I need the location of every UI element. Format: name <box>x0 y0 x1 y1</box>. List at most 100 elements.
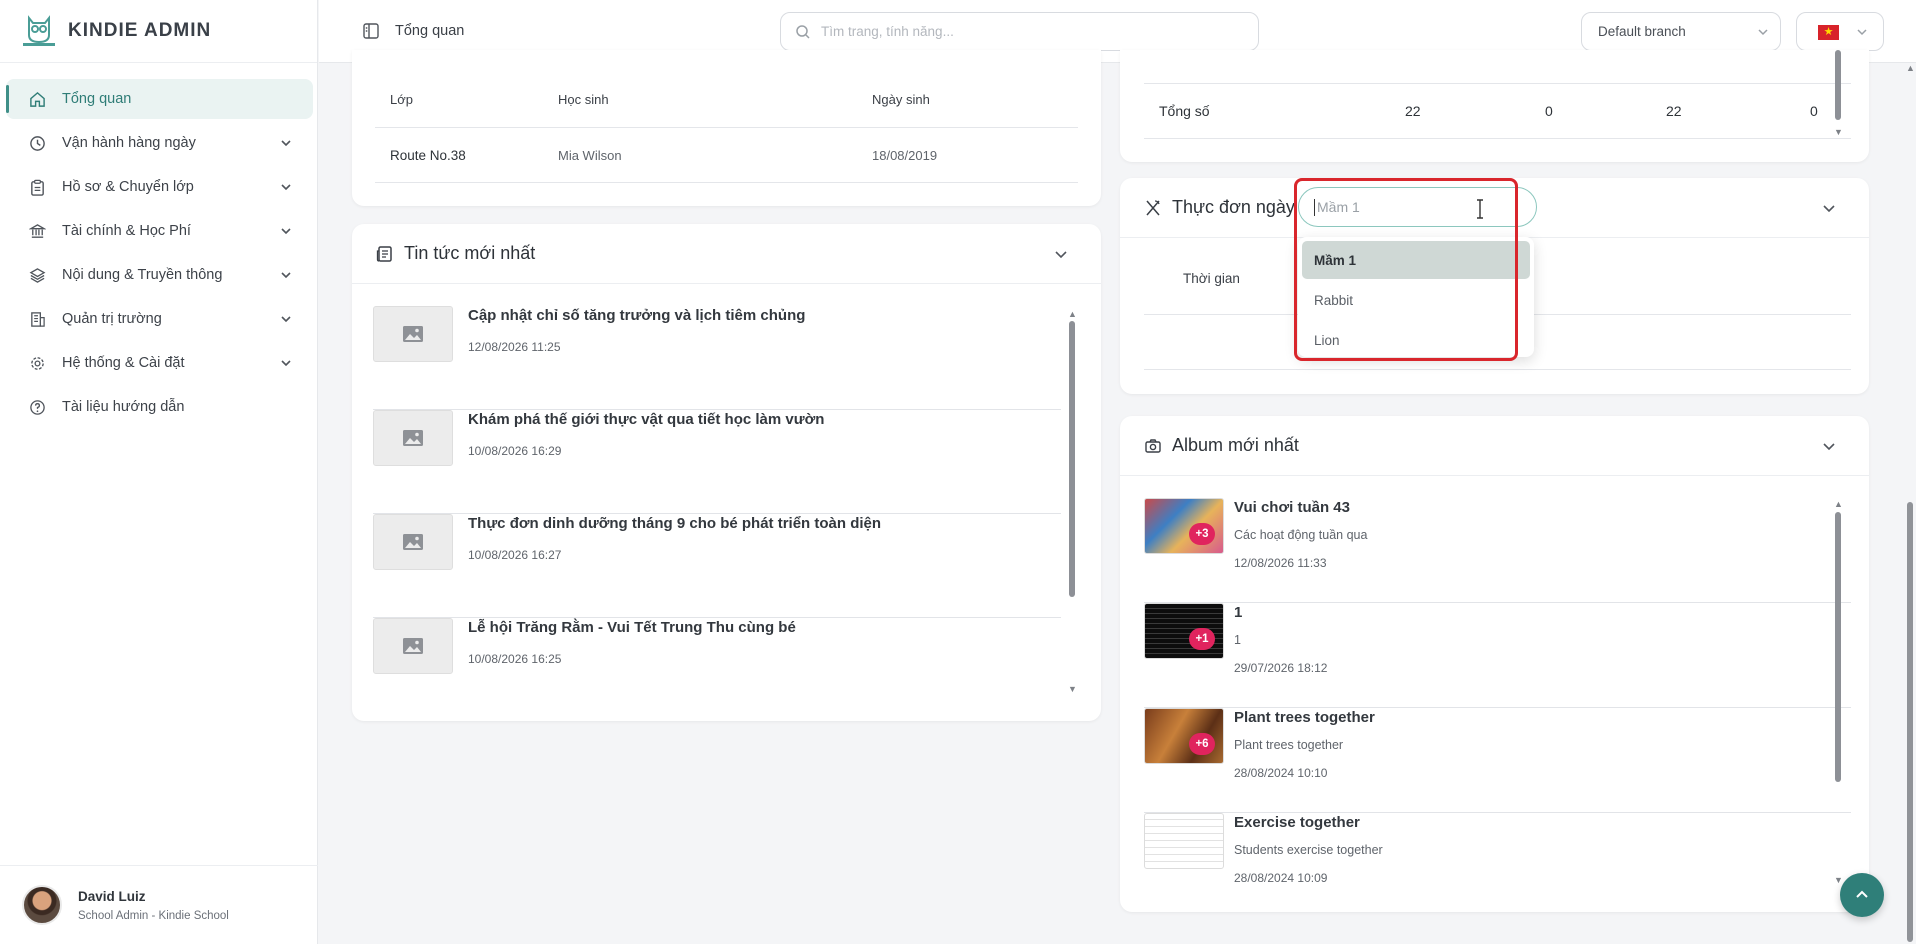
album-item[interactable]: +3 Vui chơi tuần 43 Các hoạt động tuần q… <box>1144 498 1851 603</box>
sidebar-item-label: Quản trị trường <box>62 311 162 327</box>
sidebar-item-he-thong[interactable]: Hệ thống & Cài đặt <box>6 343 313 383</box>
album-item[interactable]: +6 Plant trees together Plant trees toge… <box>1144 708 1851 813</box>
totals-scrollbar[interactable]: ▼ <box>1834 50 1843 137</box>
photo-count-badge: +3 <box>1189 523 1215 545</box>
chevron-down-icon[interactable] <box>1821 438 1837 454</box>
sidebar-item-van-hanh[interactable]: Vận hành hàng ngày <box>6 123 313 163</box>
page-title: Tổng quan <box>395 23 465 39</box>
class-cell: Route No.38 <box>390 147 466 163</box>
branch-select[interactable]: Default branch <box>1581 12 1781 51</box>
scroll-thumb[interactable] <box>1835 512 1841 782</box>
sidebar-item-tai-lieu[interactable]: Tài liệu hướng dẫn <box>6 387 313 427</box>
sidebar-item-ho-so[interactable]: Hồ sơ & Chuyển lớp <box>6 167 313 207</box>
card-title: Tin tức mới nhất <box>404 243 536 263</box>
chevron-down-icon <box>1758 29 1768 36</box>
news-time: 12/08/2026 11:25 <box>468 340 561 354</box>
album-desc: Students exercise together <box>1234 843 1383 857</box>
scroll-down-icon[interactable]: ▼ <box>1834 128 1843 137</box>
album-desc: Các hoạt động tuần qua <box>1234 528 1368 542</box>
news-item[interactable]: Cập nhật chỉ số tăng trưởng và lịch tiêm… <box>373 306 1061 410</box>
news-scrollbar[interactable]: ▲ ▼ <box>1068 310 1077 694</box>
totals-value: 0 <box>1810 102 1818 119</box>
text-cursor-icon <box>1477 199 1483 219</box>
news-time: 10/08/2026 16:27 <box>468 548 562 562</box>
totals-value: 0 <box>1545 102 1553 119</box>
brand-name: KINDIE ADMIN <box>68 20 212 41</box>
album-card-header[interactable]: Album mới nhất <box>1120 416 1869 476</box>
table-row[interactable]: Route No.38 Mia Wilson 18/08/2019 <box>375 128 1078 183</box>
scroll-thumb[interactable] <box>1835 50 1841 120</box>
language-select[interactable]: ★ <box>1796 12 1884 51</box>
album-time: 29/07/2026 18:12 <box>1234 661 1328 675</box>
clipboard-icon <box>28 178 46 196</box>
sidebar-item-tong-quan[interactable]: Tổng quan <box>6 79 313 119</box>
album-desc: 1 <box>1234 633 1241 647</box>
news-item[interactable]: Khám phá thế giới thực vật qua tiết học … <box>373 410 1061 514</box>
sidebar-toggle-icon[interactable] <box>362 22 380 40</box>
news-time: 10/08/2026 16:29 <box>468 444 562 458</box>
user-profile[interactable]: David Luiz School Admin - Kindie School <box>0 865 318 944</box>
bank-icon <box>28 222 46 240</box>
photo-count-badge: +1 <box>1189 628 1215 650</box>
totals-card: Tổng số 22 0 22 0 ▼ <box>1120 50 1869 162</box>
search-input[interactable] <box>821 24 1258 39</box>
album-item[interactable]: +1 1 1 29/07/2026 18:12 <box>1144 603 1851 708</box>
news-item[interactable]: Thực đơn dinh dưỡng tháng 9 cho bé phát … <box>373 514 1061 618</box>
totals-label: Tổng số <box>1159 102 1210 119</box>
chevron-down-icon <box>1857 29 1867 36</box>
scroll-to-top-button[interactable] <box>1840 873 1884 917</box>
scroll-up-icon[interactable]: ▲ <box>1068 310 1077 319</box>
scroll-thumb[interactable] <box>1907 502 1913 942</box>
search-icon <box>796 24 810 39</box>
branch-value: Default branch <box>1598 24 1686 39</box>
album-title: Exercise together <box>1234 814 1360 831</box>
brand[interactable]: KINDIE ADMIN <box>0 0 317 63</box>
news-card-header[interactable]: Tin tức mới nhất <box>352 224 1101 284</box>
album-item[interactable]: Exercise together Students exercise toge… <box>1144 813 1851 918</box>
page-scrollbar[interactable]: ▲ <box>1905 62 1916 944</box>
sidebar-item-label: Hồ sơ & Chuyển lớp <box>62 179 194 195</box>
user-name: David Luiz <box>78 888 146 904</box>
scroll-down-icon[interactable]: ▼ <box>1834 876 1843 885</box>
scroll-up-icon[interactable]: ▲ <box>1834 500 1843 509</box>
clock-icon <box>28 134 46 152</box>
sidebar-item-quan-tri[interactable]: Quản trị trường <box>6 299 313 339</box>
sidebar-item-label: Tài liệu hướng dẫn <box>62 399 185 415</box>
building-icon <box>28 310 46 328</box>
totals-row: Tổng số 22 0 22 0 <box>1144 83 1851 139</box>
sidebar-item-label: Hệ thống & Cài đặt <box>62 355 185 371</box>
gear-icon <box>28 354 46 372</box>
chevron-down-icon[interactable] <box>1053 246 1069 262</box>
totals-value: 22 <box>1405 102 1421 119</box>
chevron-down-icon <box>281 316 291 323</box>
sidebar-item-label: Tài chính & Học Phí <box>62 223 191 239</box>
chevron-up-icon <box>1856 890 1868 898</box>
sidebar-nav: Tổng quan Vận hành hàng ngày Hồ sơ & Chu… <box>0 63 317 427</box>
owl-logo-icon <box>23 15 55 46</box>
scroll-down-icon[interactable]: ▼ <box>1068 685 1077 694</box>
sidebar-item-tai-chinh[interactable]: Tài chính & Học Phí <box>6 211 313 251</box>
news-item[interactable]: Lễ hội Trăng Rằm - Vui Tết Trung Thu cùn… <box>373 618 1061 722</box>
user-role: School Admin - Kindie School <box>78 909 229 922</box>
scroll-thumb[interactable] <box>1069 321 1075 597</box>
album-time: 28/08/2024 10:10 <box>1234 766 1328 780</box>
news-title: Cập nhật chỉ số tăng trưởng và lịch tiêm… <box>468 307 806 324</box>
album-thumbnail: +6 <box>1144 708 1224 764</box>
birthdate-cell: 18/08/2019 <box>872 147 938 163</box>
student-cell: Mia Wilson <box>558 147 622 163</box>
chevron-down-icon <box>281 360 291 367</box>
sidebar-item-noi-dung[interactable]: Nội dung & Truyền thông <box>6 255 313 295</box>
album-scrollbar[interactable]: ▲ ▼ <box>1834 500 1843 885</box>
chevron-down-icon <box>281 228 291 235</box>
photo-count-badge: +6 <box>1189 733 1215 755</box>
chevron-down-icon <box>281 140 291 147</box>
news-title: Lễ hội Trăng Rằm - Vui Tết Trung Thu cùn… <box>468 619 796 636</box>
help-circle-icon <box>28 398 46 416</box>
sidebar: KINDIE ADMIN Tổng quan Vận hành hàng ngà… <box>0 0 318 944</box>
chevron-down-icon[interactable] <box>1821 200 1837 216</box>
scroll-up-icon[interactable]: ▲ <box>1906 64 1915 73</box>
search-box[interactable] <box>780 12 1259 51</box>
camera-icon <box>1145 438 1161 453</box>
album-desc: Plant trees together <box>1234 738 1344 752</box>
image-placeholder-icon <box>373 514 453 570</box>
